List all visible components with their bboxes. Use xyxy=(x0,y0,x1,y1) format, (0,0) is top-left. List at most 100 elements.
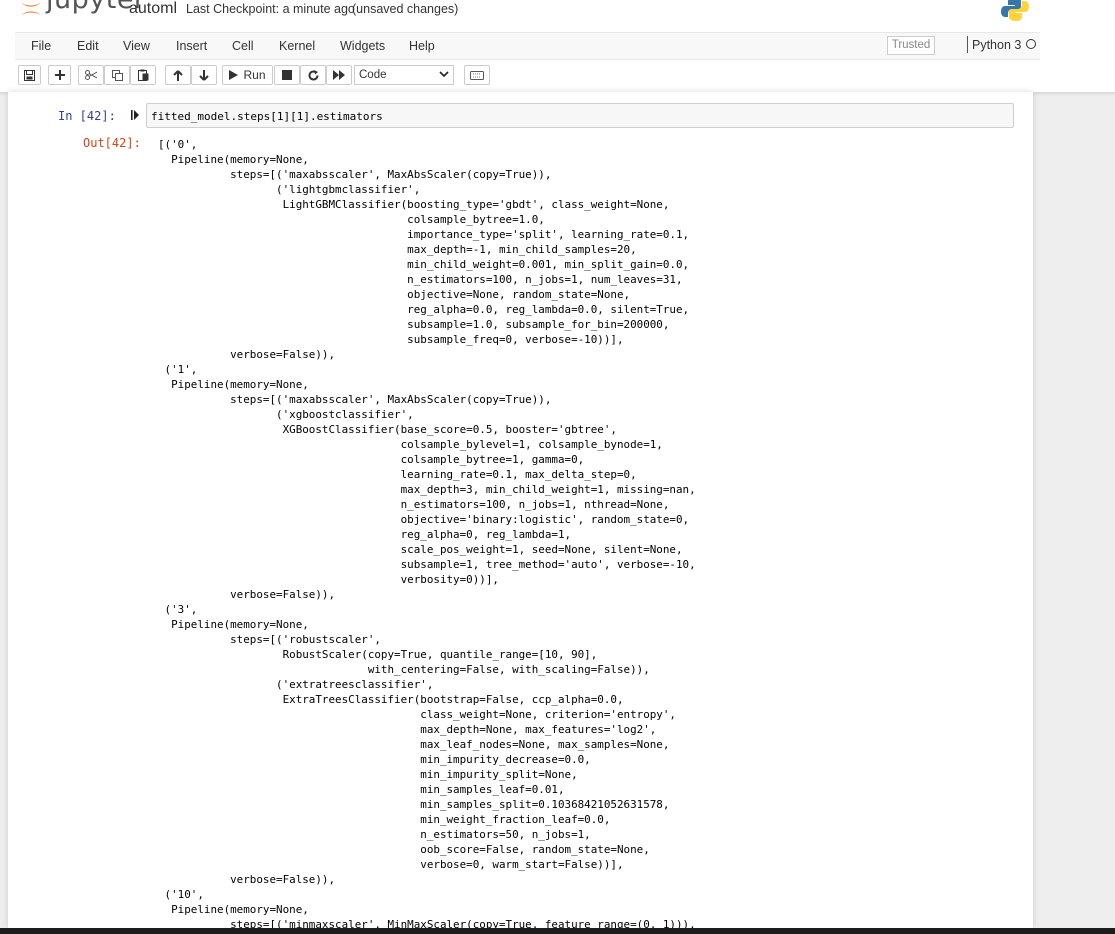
output-line: objective=None, random_state=None, xyxy=(158,288,631,301)
output-line: Pipeline(memory=None, xyxy=(158,153,309,166)
output-line: subsample=1.0, subsample_for_bin=200000, xyxy=(158,318,670,331)
input-prompt: In [42]: xyxy=(58,109,116,123)
output-line: n_estimators=50, n_jobs=1, xyxy=(158,828,591,841)
menu-widgets[interactable]: Widgets xyxy=(340,39,385,53)
output-line: ('lightgbmclassifier', xyxy=(158,183,421,196)
output-line: ('1', xyxy=(158,363,198,376)
output-line: ('extratreesclassifier', xyxy=(158,678,434,691)
menu-insert[interactable]: Insert xyxy=(176,39,207,53)
output-line: steps=[('maxabsscaler', MaxAbsScaler(cop… xyxy=(158,168,552,181)
stop-icon xyxy=(282,70,292,80)
output-line: verbosity=0))], xyxy=(158,573,499,586)
move-down-button[interactable] xyxy=(191,65,217,85)
output-line: verbose=False)), xyxy=(158,348,336,361)
bottom-edge xyxy=(0,928,1115,934)
menu-edit[interactable]: Edit xyxy=(77,39,99,53)
cell-output: [('0', Pipeline(memory=None, steps=[('ma… xyxy=(158,137,696,932)
output-line: with_centering=False, with_scaling=False… xyxy=(158,663,650,676)
chevron-down-icon xyxy=(439,71,449,78)
paste-button[interactable] xyxy=(130,65,156,85)
code-input[interactable]: fitted_model.steps[1][1].estimators xyxy=(146,103,1014,128)
menu-help[interactable]: Help xyxy=(409,39,435,53)
save-icon xyxy=(24,69,35,81)
notebook-container: In [42]: fitted_model.steps[1][1].estima… xyxy=(8,92,1033,931)
restart-icon xyxy=(308,69,318,80)
menu-cell[interactable]: Cell xyxy=(232,39,254,53)
run-button[interactable]: Run xyxy=(222,65,273,85)
output-line: steps=[('robustscaler', xyxy=(158,633,381,646)
output-line: max_depth=3, min_child_weight=1, missing… xyxy=(158,483,696,496)
cell-type-select[interactable]: Code xyxy=(354,65,454,85)
output-line: learning_rate=0.1, max_delta_step=0, xyxy=(158,468,637,481)
output-line: [('0', xyxy=(158,138,198,151)
notebook-name[interactable]: automl xyxy=(129,0,177,18)
header-bar: jupyter automl Last Checkpoint: a minute… xyxy=(0,0,1115,92)
output-line: Pipeline(memory=None, xyxy=(158,903,309,916)
output-line: scale_pos_weight=1, seed=None, silent=No… xyxy=(158,543,683,556)
run-label: Run xyxy=(243,68,266,82)
cut-icon xyxy=(85,70,97,80)
output-prompt: Out[42]: xyxy=(83,136,141,150)
output-line: ('10', xyxy=(158,888,204,901)
output-line: reg_alpha=0.0, reg_lambda=0.0, silent=Tr… xyxy=(158,303,690,316)
output-line: importance_type='split', learning_rate=0… xyxy=(158,228,690,241)
output-line: min_child_weight=0.001, min_split_gain=0… xyxy=(158,258,690,271)
trusted-indicator[interactable]: Trusted xyxy=(887,36,935,55)
output-line: subsample_freq=0, verbose=-10))], xyxy=(158,333,624,346)
kernel-name: Python 3 xyxy=(972,38,1022,52)
output-line: steps=[('maxabsscaler', MaxAbsScaler(cop… xyxy=(158,393,552,406)
output-line: n_estimators=100, n_jobs=1, num_leaves=3… xyxy=(158,273,683,286)
menu-kernel[interactable]: Kernel xyxy=(279,39,315,53)
run-marker-icon xyxy=(131,110,139,120)
kernel-divider xyxy=(967,36,968,53)
output-line: colsample_bylevel=1, colsample_bynode=1, xyxy=(158,438,663,451)
output-line: ExtraTreesClassifier(bootstrap=False, cc… xyxy=(158,693,624,706)
save-button[interactable] xyxy=(18,65,41,85)
insert-cell-button[interactable] xyxy=(48,65,71,85)
copy-icon xyxy=(111,69,123,81)
output-line: colsample_bytree=1, gamma=0, xyxy=(158,453,585,466)
menu-file[interactable]: File xyxy=(31,39,51,53)
menu-view[interactable]: View xyxy=(123,39,150,53)
output-line: subsample=1, tree_method='auto', verbose… xyxy=(158,558,696,571)
output-line: verbose=0, warm_start=False))], xyxy=(158,858,624,871)
command-palette-button[interactable] xyxy=(464,65,490,85)
restart-button[interactable] xyxy=(300,65,326,85)
output-line: Pipeline(memory=None, xyxy=(158,378,309,391)
fast-forward-icon xyxy=(333,70,345,80)
cut-button[interactable] xyxy=(78,65,104,85)
python-logo-icon xyxy=(1001,0,1029,21)
output-line: verbose=False)), xyxy=(158,873,336,886)
plus-icon xyxy=(54,70,65,80)
output-line: colsample_bytree=1.0, xyxy=(158,213,545,226)
move-up-button[interactable] xyxy=(165,65,191,85)
checkpoint-status: Last Checkpoint: a minute ago xyxy=(186,2,355,16)
paste-icon xyxy=(137,69,148,81)
output-line: class_weight=None, criterion='entropy', xyxy=(158,708,676,721)
cell-type-value: Code xyxy=(359,69,387,81)
output-line: ('xgboostclassifier', xyxy=(158,408,414,421)
output-line: RobustScaler(copy=True, quantile_range=[… xyxy=(158,648,598,661)
output-line: Pipeline(memory=None, xyxy=(158,618,309,631)
output-line: XGBoostClassifier(base_score=0.5, booste… xyxy=(158,423,617,436)
restart-run-all-button[interactable] xyxy=(326,65,352,85)
arrow-up-icon xyxy=(173,69,183,81)
output-line: max_depth=None, max_features='log2', xyxy=(158,723,657,736)
output-line: ('3', xyxy=(158,603,198,616)
output-line: min_impurity_split=None, xyxy=(158,768,578,781)
jupyter-logo[interactable]: jupyter xyxy=(16,0,145,22)
interrupt-button[interactable] xyxy=(274,65,300,85)
jupyter-logo-icon xyxy=(21,2,41,16)
output-line: verbose=False)), xyxy=(158,588,336,601)
output-line: min_impurity_decrease=0.0, xyxy=(158,753,591,766)
output-line: oob_score=False, random_state=None, xyxy=(158,843,650,856)
kernel-idle-icon xyxy=(1026,39,1036,49)
code-input-text: fitted_model.steps[1][1].estimators xyxy=(151,110,383,123)
menu-bar: File Edit View Insert Cell Kernel Widget… xyxy=(15,32,1040,60)
output-line: objective='binary:logistic', random_stat… xyxy=(158,513,690,526)
output-line: n_estimators=100, n_jobs=1, nthread=None… xyxy=(158,498,670,511)
keyboard-icon xyxy=(470,70,484,80)
copy-button[interactable] xyxy=(104,65,130,85)
output-line: LightGBMClassifier(boosting_type='gbdt',… xyxy=(158,198,670,211)
output-line: min_weight_fraction_leaf=0.0, xyxy=(158,813,611,826)
